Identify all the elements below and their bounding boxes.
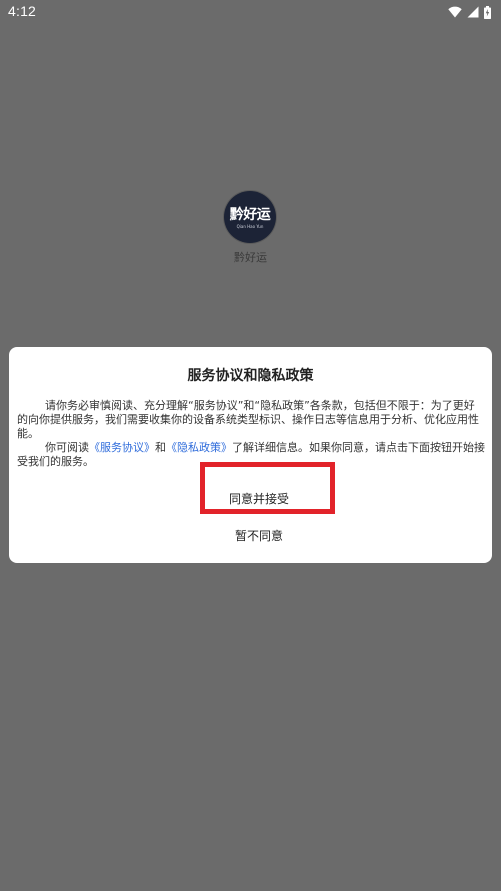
status-bar: 4:12 [0,0,501,24]
wifi-icon [448,6,462,18]
dialog-paragraph-1: 请你务必审慎阅读、充分理解“服务协议”和“隐私政策”各条款，包括但不限于：为了更… [17,399,479,440]
dialog-paragraph-2: 你可阅读《服务协议》和《隐私政策》了解详细信息。如果你同意，请点击下面按钮开始接… [17,441,485,469]
agree-button[interactable]: 同意并接受 [199,483,319,513]
status-icons [448,4,491,20]
service-agreement-link[interactable]: 《服务协议》 [89,441,155,454]
logo-subtext: Qian Hao Yun [236,223,264,229]
disagree-button[interactable]: 暂不同意 [199,522,319,548]
cellular-signal-icon [467,6,479,18]
status-time: 4:12 [8,3,37,19]
app-logo: 黔好运 Qian Hao Yun [224,191,276,243]
logo-text: 黔好运 [229,206,271,223]
dialog-title: 服务协议和隐私政策 [187,368,314,384]
battery-icon [484,5,491,19]
app-name: 黔好运 [234,251,267,264]
privacy-dialog: 服务协议和隐私政策 请你务必审慎阅读、充分理解“服务协议”和“隐私政策”各条款，… [9,347,492,563]
paragraph-2-and: 和 [155,441,166,454]
privacy-policy-link[interactable]: 《隐私政策》 [166,441,232,454]
dialog-body: 请你务必审慎阅读、充分理解“服务协议”和“隐私政策”各条款，包括但不限于：为了更… [17,399,485,469]
paragraph-2-prefix: 你可阅读 [45,441,89,454]
